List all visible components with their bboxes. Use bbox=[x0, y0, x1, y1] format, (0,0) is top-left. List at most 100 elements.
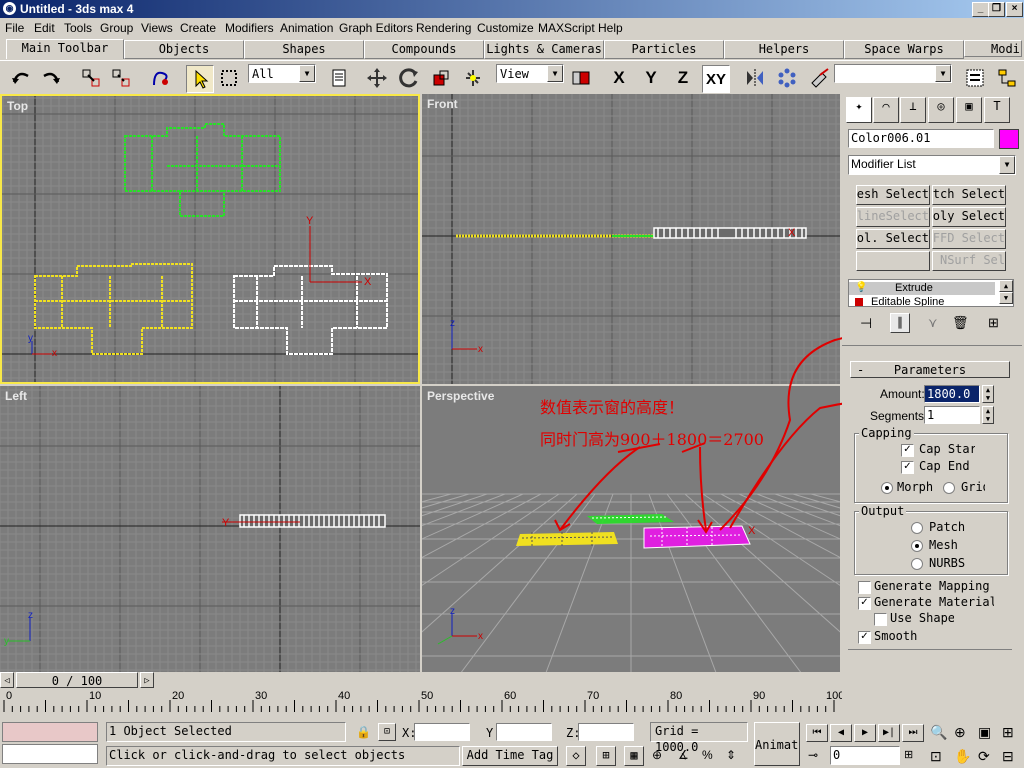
zoom-extents-all-icon[interactable]: ⊞ bbox=[1002, 724, 1014, 741]
select-and-rotate-icon[interactable] bbox=[396, 65, 422, 91]
stack-item-editable-spline[interactable]: Editable Spline bbox=[849, 296, 995, 306]
patch-select-button[interactable]: Patch Select bbox=[932, 185, 1006, 205]
array-icon[interactable] bbox=[774, 65, 800, 91]
ffd-select-button[interactable]: FFD Select bbox=[932, 229, 1006, 249]
go-to-start-icon[interactable]: ⏮ bbox=[806, 724, 828, 742]
tab-particles[interactable]: Particles bbox=[604, 40, 724, 59]
amount-spinner-icon[interactable]: ▲ ▼ bbox=[982, 385, 994, 403]
min-max-toggle-icon[interactable]: ⊟ bbox=[1002, 748, 1014, 765]
unlink-selection-icon[interactable] bbox=[108, 65, 134, 91]
chevron-right-icon[interactable]: ▷ bbox=[140, 672, 154, 688]
align-icon[interactable] bbox=[806, 65, 832, 91]
minimize-button[interactable]: _ bbox=[972, 2, 989, 17]
crossing-selection-icon[interactable]: ⊞ bbox=[596, 746, 616, 766]
empty-modifier-button[interactable] bbox=[856, 251, 930, 271]
snap-toggle-icon[interactable]: ⊕ bbox=[652, 748, 662, 762]
z-coordinate-field[interactable] bbox=[578, 723, 634, 741]
restrict-to-y-button[interactable]: Y bbox=[638, 65, 664, 91]
cap-end-checkbox[interactable]: ✓ bbox=[901, 461, 914, 474]
select-by-name-icon[interactable] bbox=[326, 65, 352, 91]
spinner-snap-icon[interactable]: ⇕ bbox=[726, 748, 736, 762]
parameters-rollout-header[interactable]: - Parameters bbox=[850, 361, 1010, 378]
segments-spinner-icon[interactable]: ▲ ▼ bbox=[982, 406, 994, 424]
chevron-left-icon[interactable]: ◁ bbox=[0, 672, 14, 688]
menu-views[interactable]: Views bbox=[141, 21, 173, 35]
menu-graph-editors[interactable]: Graph Editors bbox=[339, 21, 413, 35]
schematic-view-icon[interactable] bbox=[994, 65, 1020, 91]
select-and-scale-icon[interactable] bbox=[428, 65, 454, 91]
modifier-list-dropdown[interactable]: Modifier List ▼ bbox=[848, 155, 1016, 175]
grid-radio[interactable] bbox=[943, 482, 955, 494]
zoom-extents-icon[interactable]: ▣ bbox=[978, 724, 991, 741]
poly-select-button[interactable]: Poly Select bbox=[932, 207, 1006, 227]
menu-rendering[interactable]: Rendering bbox=[416, 21, 471, 35]
tab-lights-cameras[interactable]: Lights & Cameras bbox=[484, 40, 604, 59]
stack-scroll-down-icon[interactable]: ▼ bbox=[999, 292, 1013, 304]
undo-icon[interactable] bbox=[8, 65, 34, 91]
object-color-swatch[interactable] bbox=[999, 129, 1019, 149]
use-shape-ids-checkbox[interactable] bbox=[874, 613, 887, 626]
menu-modifiers[interactable]: Modifiers bbox=[225, 21, 274, 35]
remove-modifier-icon[interactable]: 🗑 bbox=[952, 315, 969, 331]
motion-tab-icon[interactable]: ◎ bbox=[928, 97, 954, 123]
play-icon[interactable]: ▶ bbox=[854, 724, 876, 742]
bind-to-space-warp-icon[interactable] bbox=[148, 65, 174, 91]
add-time-tag-button[interactable]: Add Time Tag bbox=[462, 746, 558, 766]
restrict-to-x-button[interactable]: X bbox=[606, 65, 632, 91]
region-zoom-icon[interactable]: ⊡ bbox=[930, 748, 942, 765]
pin-stack-icon[interactable]: ⊣ bbox=[860, 315, 872, 332]
maxscript-listener-pink[interactable] bbox=[2, 722, 98, 742]
viewport-left[interactable]: Y z y Left bbox=[0, 386, 420, 672]
menu-create[interactable]: Create bbox=[180, 21, 216, 35]
rectangular-selection-icon[interactable] bbox=[216, 65, 242, 91]
animate-button[interactable]: Animate bbox=[754, 722, 800, 766]
reference-coordinate-dropdown[interactable]: View ▼ bbox=[496, 64, 564, 83]
menu-edit[interactable]: Edit bbox=[34, 21, 55, 35]
select-and-link-icon[interactable] bbox=[78, 65, 104, 91]
arc-rotate-icon[interactable]: ⟳ bbox=[978, 748, 990, 765]
degradation-override-icon[interactable]: ◇ bbox=[566, 746, 586, 766]
tab-helpers[interactable]: Helpers bbox=[724, 40, 844, 59]
viewport-label-perspective[interactable]: Perspective bbox=[427, 389, 494, 403]
track-view-icon[interactable] bbox=[962, 65, 988, 91]
menu-tools[interactable]: Tools bbox=[64, 21, 92, 35]
stack-item-extrude[interactable]: 💡 Extrude bbox=[849, 282, 995, 295]
close-button[interactable]: × bbox=[1006, 2, 1023, 17]
absolute-mode-icon[interactable]: ⊡ bbox=[378, 723, 396, 741]
generate-mapping-checkbox[interactable] bbox=[858, 581, 871, 594]
maxscript-listener-white[interactable] bbox=[2, 744, 98, 764]
previous-frame-icon[interactable]: ◀ bbox=[830, 724, 852, 742]
modify-tab-icon[interactable]: ⌒ bbox=[873, 97, 899, 123]
display-tab-icon[interactable]: ▣ bbox=[956, 97, 982, 123]
selection-filter-dropdown[interactable]: All ▼ bbox=[248, 64, 316, 83]
next-frame-icon[interactable]: ▶| bbox=[878, 724, 900, 742]
segments-field[interactable]: 1 bbox=[924, 406, 980, 424]
pan-icon[interactable]: ✋ bbox=[954, 748, 971, 765]
viewport-perspective[interactable]: X z x Perspective 数值表示窗的高度！ 同时门高为900＋1800… bbox=[422, 386, 840, 672]
named-selection-sets-dropdown[interactable]: ▼ bbox=[834, 64, 952, 83]
create-tab-icon[interactable]: ✦ bbox=[846, 97, 872, 123]
tab-modifiers[interactable]: Modi bbox=[964, 40, 1022, 57]
current-frame-field[interactable]: 0 bbox=[830, 746, 900, 765]
nsurf-sel-button[interactable]: NSurf Sel bbox=[932, 251, 1006, 271]
select-object-icon[interactable] bbox=[186, 65, 214, 93]
menu-file[interactable]: File bbox=[5, 21, 24, 35]
x-coordinate-field[interactable] bbox=[414, 723, 470, 741]
make-unique-icon[interactable]: ⋎ bbox=[928, 315, 938, 331]
window-crossing-icon[interactable]: ▦ bbox=[624, 746, 644, 766]
zoom-all-icon[interactable]: ⊕ bbox=[954, 724, 966, 741]
tab-main-toolbar[interactable]: Main Toolbar bbox=[6, 39, 124, 59]
menu-customize[interactable]: Customize bbox=[477, 21, 534, 35]
mirror-icon[interactable] bbox=[742, 65, 768, 91]
go-to-end-icon[interactable]: ⏭ bbox=[902, 724, 924, 742]
tab-compounds[interactable]: Compounds bbox=[364, 40, 484, 59]
amount-field[interactable]: 1800.0 bbox=[924, 385, 980, 403]
tab-objects[interactable]: Objects bbox=[124, 40, 244, 59]
menu-group[interactable]: Group bbox=[100, 21, 133, 35]
select-and-manipulate-icon[interactable] bbox=[460, 65, 486, 91]
smooth-checkbox[interactable]: ✓ bbox=[858, 631, 871, 644]
spline-select-button[interactable]: SplineSelect bbox=[856, 207, 930, 227]
key-mode-icon[interactable]: ⊸ bbox=[808, 748, 818, 762]
nurbs-radio[interactable] bbox=[911, 558, 923, 570]
mesh-select-button[interactable]: Mesh Select bbox=[856, 185, 930, 205]
